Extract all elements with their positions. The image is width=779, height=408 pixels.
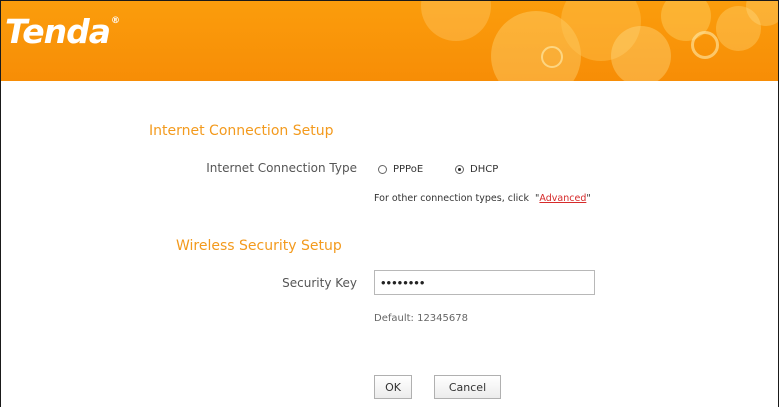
internet-section-title: Internet Connection Setup (149, 123, 334, 139)
decorative-bubble (541, 46, 563, 68)
dhcp-label[interactable]: DHCP (470, 164, 498, 175)
security-key-label: Security Key (282, 276, 357, 290)
hint-text: For other connection types, click (374, 193, 529, 204)
cancel-button[interactable]: Cancel (434, 375, 501, 399)
pppoe-option[interactable]: PPPoE (378, 164, 423, 175)
pppoe-label[interactable]: PPPoE (393, 164, 423, 175)
logo-text: Tenda (5, 12, 111, 51)
dhcp-option[interactable]: DHCP (455, 164, 498, 175)
wireless-section-title: Wireless Security Setup (176, 238, 342, 254)
pppoe-radio[interactable] (378, 165, 387, 174)
default-key-text: Default: 12345678 (374, 313, 468, 324)
dhcp-radio[interactable] (455, 165, 464, 174)
decorative-bubble (611, 26, 671, 81)
ok-button[interactable]: OK (374, 375, 412, 399)
advanced-hint: For other connection types, click "Advan… (374, 193, 591, 204)
security-key-input[interactable] (374, 270, 595, 295)
decorative-bubble (691, 31, 719, 59)
advanced-link[interactable]: Advanced (539, 193, 586, 204)
header-banner: Tenda® (1, 1, 778, 81)
router-setup-page: Tenda® Internet Connection Setup Interne… (0, 0, 779, 407)
connection-type-label: Internet Connection Type (206, 161, 357, 175)
registered-mark: ® (111, 16, 120, 26)
tenda-logo: Tenda® (5, 12, 120, 51)
hint-quote: " (586, 193, 591, 204)
decorative-bubble (421, 1, 491, 41)
